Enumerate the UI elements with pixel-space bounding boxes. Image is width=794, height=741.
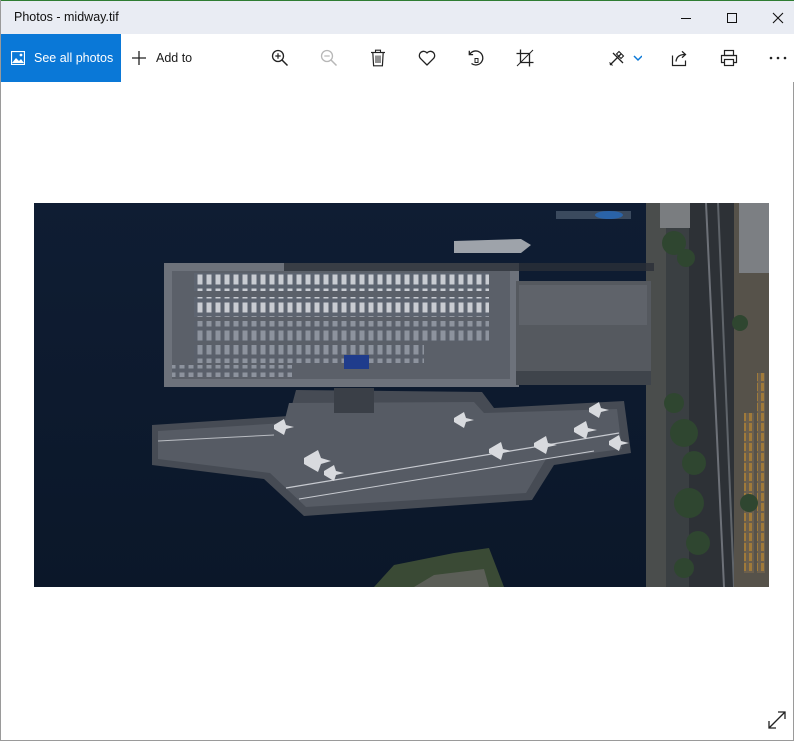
see-all-photos-button[interactable]: See all photos <box>1 34 121 82</box>
add-to-label: Add to <box>156 51 193 65</box>
zoom-in-button[interactable] <box>260 38 300 78</box>
print-icon <box>720 49 738 67</box>
share-button[interactable] <box>660 38 700 78</box>
expand-icon <box>768 711 786 729</box>
plus-icon <box>131 50 147 66</box>
title-bar[interactable]: Photos - midway.tif <box>1 0 794 34</box>
print-button[interactable] <box>709 38 749 78</box>
delete-button[interactable] <box>358 38 398 78</box>
delete-icon <box>371 49 385 67</box>
favorite-button[interactable] <box>407 38 447 78</box>
more-options-button[interactable] <box>758 38 794 78</box>
minimize-icon <box>681 17 691 19</box>
zoom-in-icon <box>271 49 289 67</box>
full-screen-button[interactable] <box>764 707 790 733</box>
edit-create-icon <box>609 50 642 66</box>
photo-viewer-image[interactable] <box>34 203 769 587</box>
edit-create-button[interactable] <box>599 38 651 78</box>
close-icon <box>772 12 784 23</box>
rotate-button[interactable] <box>456 38 496 78</box>
maximize-button[interactable] <box>709 1 755 34</box>
share-icon <box>671 50 687 67</box>
zoom-out-button[interactable] <box>309 38 349 78</box>
minimize-button[interactable] <box>663 1 709 34</box>
close-button[interactable] <box>755 1 794 34</box>
zoom-out-icon <box>320 49 338 67</box>
window-title: Photos - midway.tif <box>14 10 119 24</box>
add-to-button[interactable]: Add to <box>131 34 192 82</box>
photos-icon <box>11 51 25 65</box>
favorite-icon <box>418 50 436 66</box>
more-icon <box>769 56 787 60</box>
maximize-icon <box>727 12 737 23</box>
rotate-icon <box>468 50 484 66</box>
crop-button[interactable] <box>505 38 545 78</box>
toolbar: See all photos Add to <box>1 34 794 82</box>
photos-window: Photos - midway.tif See all photos Add t… <box>0 0 794 741</box>
crop-icon <box>516 49 534 67</box>
chevron-down-icon <box>633 55 642 62</box>
see-all-photos-label: See all photos <box>34 51 114 65</box>
